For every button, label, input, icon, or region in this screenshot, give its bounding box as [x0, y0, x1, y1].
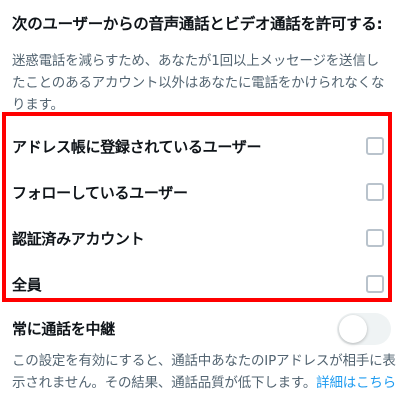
- call-settings-page: 次のユーザーからの音声通話とビデオ通話を許可する: 迷惑電話を減らすため、あなた…: [0, 0, 400, 406]
- relay-calls-description: この設定を有効にすると、通話中あなたのIPアドレスが相手に表示されません。その結…: [12, 350, 396, 394]
- learn-more-link[interactable]: 詳細はこちら: [316, 375, 396, 391]
- option-label: アドレス帳に登録されているユーザー: [12, 138, 262, 156]
- option-address-book[interactable]: アドレス帳に登録されているユーザー: [6, 126, 388, 166]
- checkbox-everyone[interactable]: [366, 275, 384, 293]
- option-following[interactable]: フォローしているユーザー: [6, 172, 388, 212]
- relay-calls-toggle[interactable]: [337, 313, 391, 345]
- option-label: 認証済みアカウント: [12, 230, 145, 248]
- checkbox-verified-accounts[interactable]: [366, 229, 384, 247]
- section-heading: 次のユーザーからの音声通話とビデオ通話を許可する:: [12, 15, 383, 33]
- option-label: フォローしているユーザー: [12, 184, 188, 202]
- checkbox-address-book[interactable]: [366, 137, 384, 155]
- option-verified-accounts[interactable]: 認証済みアカウント: [6, 218, 388, 258]
- section-description: 迷惑電話を減らすため、あなたが1回以上メッセージを送信したことのあるアカウント以…: [12, 53, 385, 113]
- relay-calls-label: 常に通話を中継: [12, 320, 115, 338]
- checkbox-following[interactable]: [366, 183, 384, 201]
- option-everyone[interactable]: 全員: [6, 264, 388, 304]
- toggle-knob: [339, 315, 367, 343]
- call-permission-options: アドレス帳に登録されているユーザー フォローしているユーザー 認証済みアカウント…: [2, 112, 392, 302]
- option-label: 全員: [12, 276, 42, 294]
